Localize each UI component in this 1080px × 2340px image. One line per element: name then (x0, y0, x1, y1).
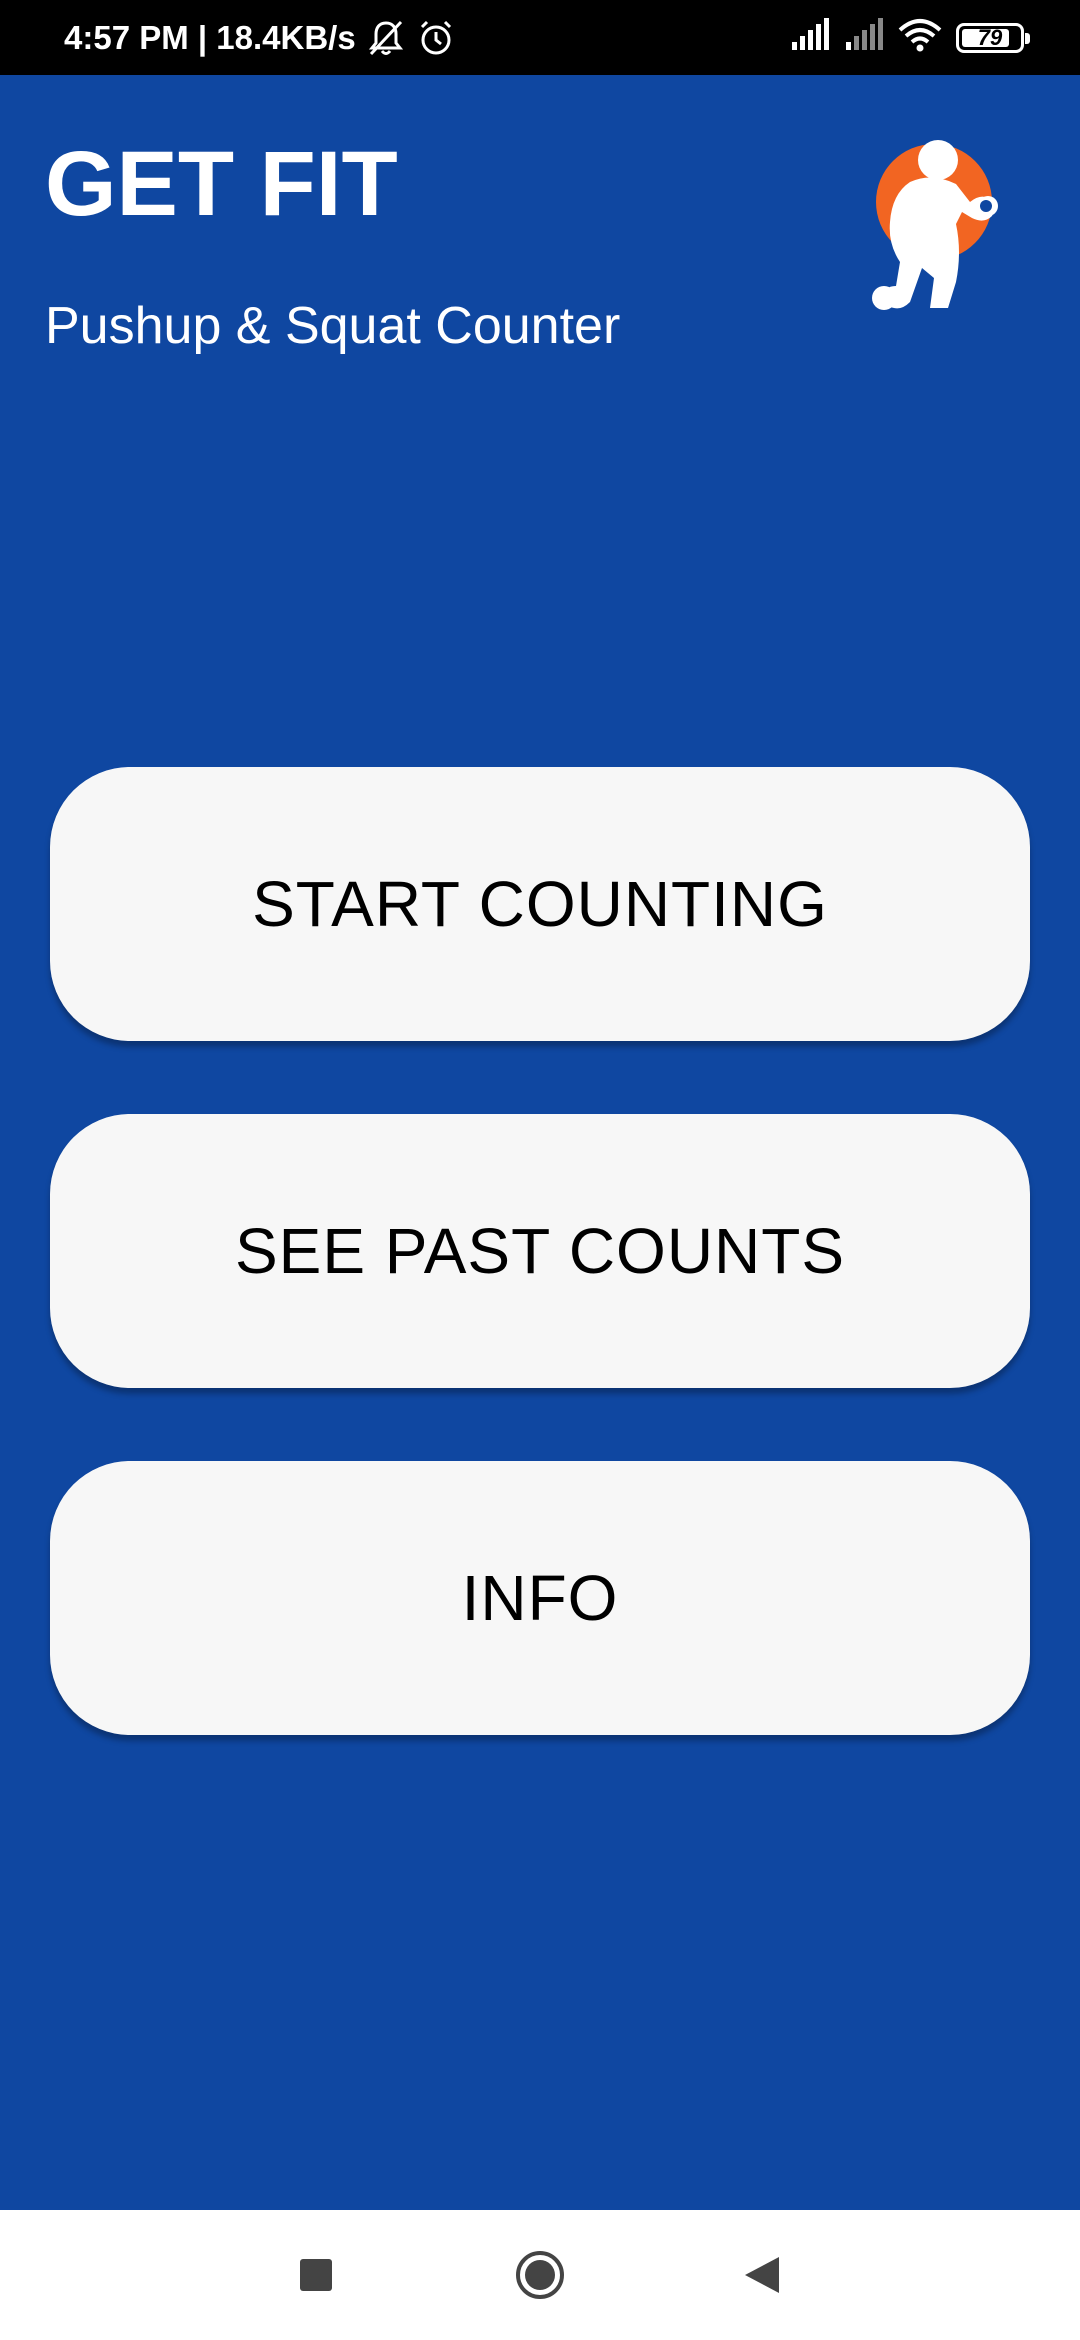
status-right: 79 (790, 0, 1030, 75)
home-button[interactable] (480, 2210, 600, 2340)
signal-weak-icon (844, 18, 884, 57)
status-bar: 4:57 PM | 18.4KB/s 79 (0, 0, 1080, 75)
status-time: 4:57 PM | 18.4KB/s (64, 18, 356, 56)
alarm-icon (416, 18, 456, 58)
start-counting-button[interactable]: START COUNTING (50, 767, 1030, 1041)
signal-icon (790, 18, 830, 57)
app-title: GET FIT (45, 133, 398, 235)
app-subtitle: Pushup & Squat Counter (45, 297, 621, 355)
back-icon (745, 2257, 779, 2293)
home-icon (516, 2251, 564, 2299)
wifi-icon (898, 18, 942, 57)
main-screen: 4:57 PM | 18.4KB/s 79 GET FIT Pushup & S… (0, 0, 1080, 2340)
see-past-counts-button[interactable]: SEE PAST COUNTS (50, 1114, 1030, 1388)
battery-level: 79 (977, 24, 1003, 50)
battery-icon: 79 (956, 22, 1030, 53)
navigation-bar (0, 2210, 1080, 2340)
recents-icon (300, 2259, 332, 2291)
recents-button[interactable] (256, 2210, 376, 2340)
status-left: 4:57 PM | 18.4KB/s (64, 0, 456, 75)
info-button[interactable]: INFO (50, 1461, 1030, 1735)
notifications-off-icon (366, 18, 406, 58)
fitness-logo-icon (852, 132, 1012, 322)
see-past-counts-label: SEE PAST COUNTS (234, 1215, 846, 1287)
back-button[interactable] (702, 2210, 822, 2340)
start-counting-label: START COUNTING (252, 868, 828, 940)
info-label: INFO (461, 1562, 619, 1634)
